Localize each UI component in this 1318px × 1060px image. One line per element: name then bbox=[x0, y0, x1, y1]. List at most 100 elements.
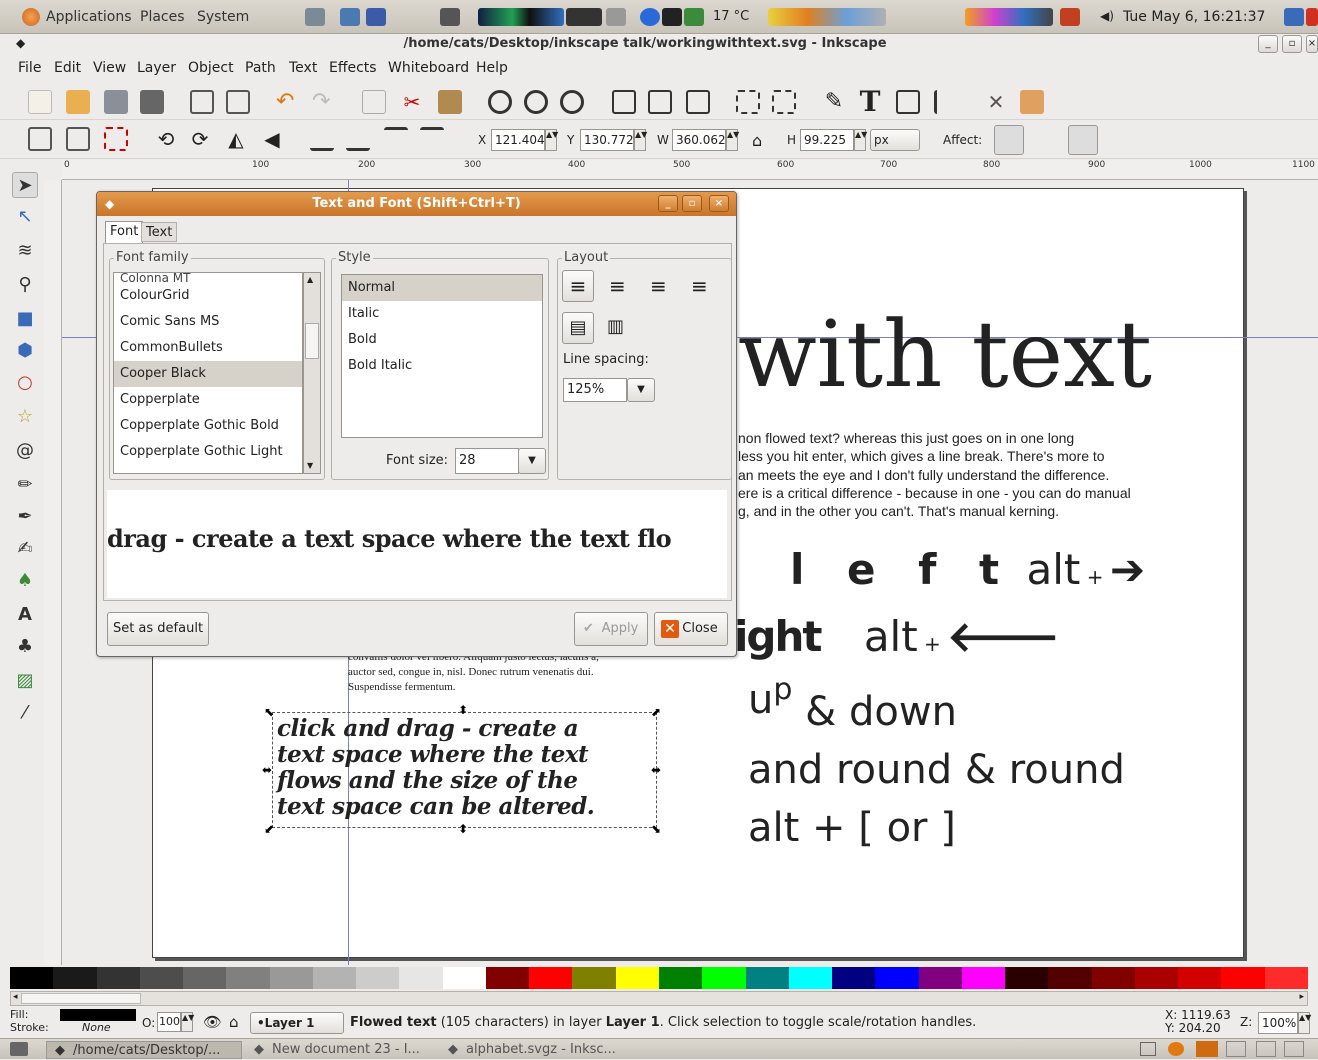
open-icon[interactable] bbox=[66, 90, 90, 114]
color-swatch[interactable] bbox=[615, 967, 659, 989]
scroll-down-icon[interactable]: ▼ bbox=[307, 461, 313, 470]
workspace-2[interactable] bbox=[1226, 1041, 1246, 1057]
color-swatch[interactable] bbox=[269, 967, 313, 989]
app-icon[interactable] bbox=[662, 8, 682, 26]
zoom-in-icon[interactable] bbox=[488, 90, 512, 114]
color-swatch[interactable] bbox=[875, 967, 919, 989]
horizontal-scrollbar[interactable]: ◂ ▸ bbox=[10, 991, 1308, 1006]
keyboard-icon[interactable] bbox=[606, 8, 626, 26]
workspace-1[interactable] bbox=[1196, 1041, 1218, 1057]
text-tool-icon[interactable]: A bbox=[12, 602, 38, 628]
hscroll-thumb[interactable] bbox=[21, 993, 141, 1004]
layer-selector[interactable]: •Layer 1 bbox=[250, 1012, 344, 1034]
menu-path[interactable]: Path bbox=[245, 60, 276, 76]
panel-menu-system[interactable]: System bbox=[197, 9, 249, 25]
flip-vertical-icon[interactable]: ◀ bbox=[260, 127, 284, 151]
menu-effects[interactable]: Effects bbox=[329, 60, 377, 76]
dialog-minimize-button[interactable]: _ bbox=[658, 195, 678, 212]
list-item[interactable]: Comic Sans MS bbox=[114, 309, 302, 335]
align-left-button[interactable]: ≡ bbox=[562, 270, 594, 302]
raise-to-top-icon[interactable] bbox=[420, 127, 444, 151]
preferences-icon[interactable]: ✕ bbox=[984, 90, 1008, 114]
list-item[interactable]: CommonBullets bbox=[114, 335, 302, 361]
accessibility-icon[interactable] bbox=[1284, 8, 1304, 26]
color-swatch[interactable] bbox=[312, 967, 357, 989]
show-desktop-icon[interactable] bbox=[10, 1042, 28, 1056]
deselect-icon[interactable] bbox=[104, 127, 128, 151]
color-swatch[interactable] bbox=[1134, 967, 1179, 989]
notification-icons[interactable] bbox=[965, 8, 1053, 26]
color-swatch[interactable] bbox=[356, 967, 400, 989]
updown-line[interactable]: up & down bbox=[748, 672, 957, 735]
taskbar-item-new-document[interactable]: ◆ New document 23 - I... bbox=[246, 1041, 420, 1059]
opacity-field[interactable]: 100 bbox=[157, 1012, 181, 1032]
list-item[interactable]: ColourGrid bbox=[114, 283, 302, 309]
scroll-right-icon[interactable]: ▸ bbox=[1299, 992, 1304, 1002]
scale-handle-se-icon[interactable]: ⬊ bbox=[651, 823, 661, 835]
rotate-ccw-icon[interactable]: ⟲ bbox=[154, 127, 178, 151]
x-field[interactable]: 121.404 bbox=[491, 129, 545, 151]
paragraph-text[interactable]: non flowed text? whereas this just goes … bbox=[738, 429, 1131, 520]
zoom-spinner[interactable]: ▲▼ bbox=[1298, 1012, 1311, 1034]
close-window-button[interactable]: × bbox=[1306, 35, 1318, 53]
scale-handle-ne-icon[interactable]: ⬈ bbox=[651, 706, 661, 718]
list-item[interactable]: Copperplate Gothic Bold bbox=[114, 413, 302, 439]
scale-handle-n-icon[interactable]: ⬍ bbox=[458, 704, 468, 716]
color-swatch[interactable] bbox=[918, 967, 962, 989]
list-item[interactable]: Copperplate Gothic Light bbox=[114, 439, 302, 465]
color-swatch[interactable] bbox=[702, 967, 746, 989]
bracket-line[interactable]: alt + [ or ] bbox=[748, 803, 956, 853]
clock[interactable]: Tue May 6, 16:21:37 bbox=[1123, 9, 1265, 25]
w-field[interactable]: 360.062 bbox=[672, 129, 726, 151]
ellipse-tool-icon[interactable]: ○ bbox=[12, 370, 38, 396]
volume-icon[interactable]: ◀) bbox=[1100, 9, 1114, 23]
color-swatch[interactable] bbox=[10, 967, 54, 989]
set-as-default-button[interactable]: Set as default bbox=[107, 612, 209, 646]
headphones-icon[interactable] bbox=[366, 8, 386, 26]
menu-text[interactable]: Text bbox=[289, 60, 317, 76]
import-icon[interactable] bbox=[190, 90, 214, 114]
ubuntu-logo-icon[interactable] bbox=[22, 8, 40, 26]
close-button[interactable]: ✕ Close bbox=[654, 612, 728, 646]
color-swatch[interactable] bbox=[529, 967, 573, 989]
eye-icon[interactable]: 👁 bbox=[203, 1013, 222, 1031]
color-swatch[interactable] bbox=[96, 967, 140, 989]
3d-box-tool-icon[interactable]: ⬢ bbox=[12, 338, 38, 364]
panel-menu-places[interactable]: Places bbox=[140, 9, 185, 25]
print-icon[interactable] bbox=[140, 90, 164, 114]
star-tool-icon[interactable]: ☆ bbox=[12, 404, 38, 430]
maximize-button[interactable]: ▫ bbox=[1282, 35, 1302, 53]
xml-editor-icon[interactable] bbox=[772, 90, 796, 114]
raise-icon[interactable] bbox=[384, 127, 408, 151]
color-swatch[interactable] bbox=[442, 967, 486, 989]
font-family-list[interactable]: Colonna MT ColourGrid Comic Sans MS Comm… bbox=[113, 272, 303, 474]
apply-button[interactable]: ✔ Apply bbox=[574, 612, 648, 646]
color-swatch[interactable] bbox=[1005, 967, 1049, 989]
y-spinner[interactable]: ▲▼ bbox=[634, 129, 647, 151]
scale-handle-s-icon[interactable]: ⬍ bbox=[458, 823, 468, 835]
cut-icon[interactable]: ✂ bbox=[400, 90, 424, 114]
ungroup-icon[interactable] bbox=[648, 90, 672, 114]
affect-pattern-toggle[interactable] bbox=[1108, 129, 1132, 153]
clone-icon[interactable] bbox=[686, 90, 710, 114]
menu-file[interactable]: File bbox=[18, 60, 41, 76]
list-item-selected[interactable]: Normal bbox=[342, 275, 542, 301]
color-swatch[interactable] bbox=[183, 967, 227, 989]
launcher-tray-icons[interactable] bbox=[768, 8, 886, 26]
weather-text[interactable]: 17 °C bbox=[713, 9, 749, 24]
list-item[interactable]: Italic bbox=[342, 301, 542, 327]
text-font-icon[interactable]: T bbox=[858, 88, 882, 116]
affect-stroke-toggle[interactable] bbox=[994, 125, 1024, 155]
fill-stroke-icon[interactable] bbox=[736, 90, 760, 114]
zoom-page-icon[interactable] bbox=[560, 90, 584, 114]
scale-handle-e-icon[interactable]: ⬌ bbox=[651, 764, 661, 776]
network-icon[interactable] bbox=[305, 8, 325, 26]
zoom-drawing-icon[interactable] bbox=[524, 90, 548, 114]
dropper-tool-icon[interactable]: ⁄ bbox=[12, 700, 38, 726]
document-properties-icon[interactable] bbox=[1020, 90, 1044, 114]
menu-layer[interactable]: Layer bbox=[137, 60, 176, 76]
h-spinner[interactable]: ▲▼ bbox=[854, 129, 867, 151]
color-swatch[interactable] bbox=[53, 967, 97, 989]
stroke-value[interactable]: None bbox=[82, 1021, 111, 1034]
pen-icon[interactable]: ✎ bbox=[822, 90, 846, 114]
